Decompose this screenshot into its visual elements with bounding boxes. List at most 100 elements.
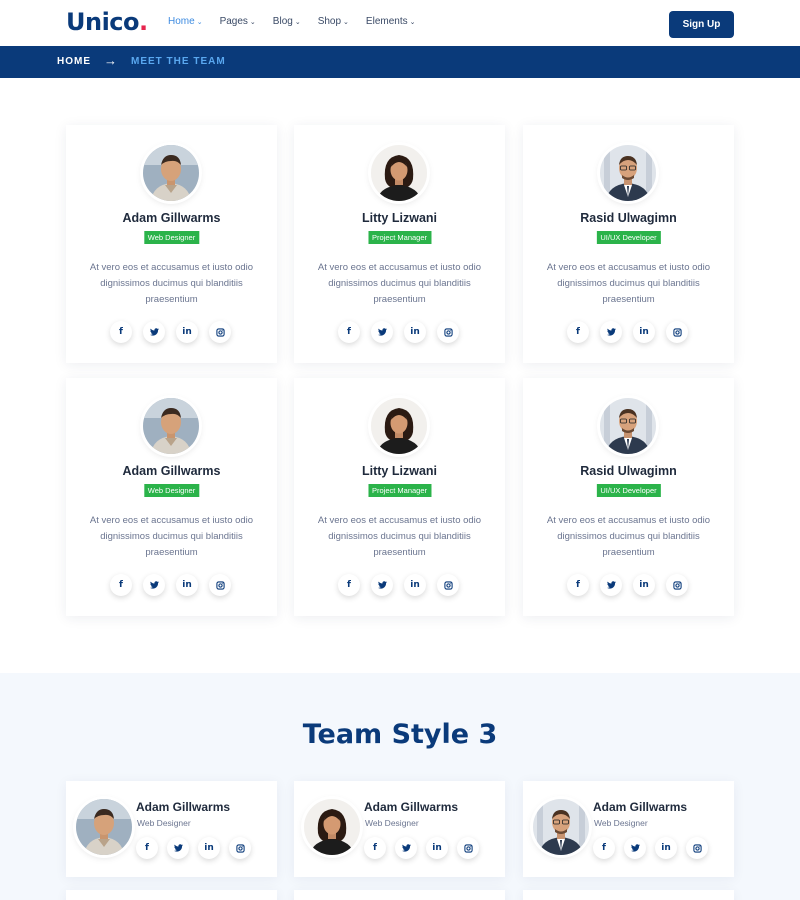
avatar <box>600 398 656 454</box>
instagram-icon[interactable]: ig <box>209 321 231 343</box>
social-links: fftininig <box>110 574 242 596</box>
arrow-right-icon: → <box>104 53 117 68</box>
twitter-icon[interactable]: t <box>600 574 622 596</box>
facebook-icon[interactable]: ff <box>338 321 360 343</box>
facebook-icon[interactable]: ff <box>338 574 360 596</box>
facebook-icon[interactable]: ff <box>567 574 589 596</box>
nav-elements[interactable]: Elements ⌄ <box>366 16 416 27</box>
nav-pages[interactable]: Pages ⌄ <box>220 16 256 27</box>
team-card-partial <box>294 890 505 900</box>
linkedin-icon[interactable]: inin <box>404 321 426 343</box>
section-title: Team Style 3 <box>302 719 498 750</box>
avatar <box>76 799 132 855</box>
member-role: Web Designer <box>594 818 648 828</box>
linkedin-icon[interactable]: inin <box>176 321 198 343</box>
social-links: fftininig <box>338 321 470 343</box>
role-badge: UI/UX Developer <box>596 484 661 497</box>
member-name: Adam Gillwarms <box>364 800 459 814</box>
member-bio: At vero eos et accusamus et iusto odio d… <box>546 262 711 305</box>
team-card-partial <box>66 890 277 900</box>
member-name: Rasid Ulwagimn <box>580 464 677 478</box>
twitter-icon[interactable]: t <box>167 837 189 859</box>
linkedin-icon[interactable]: inin <box>404 574 426 596</box>
instagram-icon[interactable]: ig <box>666 321 688 343</box>
instagram-icon[interactable]: ig <box>666 574 688 596</box>
member-name: Litty Lizwani <box>362 464 437 478</box>
twitter-icon[interactable]: t <box>371 321 393 343</box>
nav-blog[interactable]: Blog ⌄ <box>273 16 301 27</box>
instagram-icon[interactable]: ig <box>209 574 231 596</box>
social-links: fftininig <box>567 321 699 343</box>
facebook-icon[interactable]: ff <box>593 837 615 859</box>
twitter-icon[interactable]: t <box>371 574 393 596</box>
chevron-down-icon: ⌄ <box>249 18 256 26</box>
facebook-icon[interactable]: ff <box>110 574 132 596</box>
avatar <box>600 145 656 201</box>
avatar <box>143 145 199 201</box>
team-card-compact: Adam Gillwarms Web Designer fftininig <box>523 781 734 877</box>
sign-up-button[interactable]: Sign Up <box>669 11 734 38</box>
linkedin-icon[interactable]: inin <box>176 574 198 596</box>
team-card: Litty Lizwani Project Manager At vero eos … <box>294 125 505 363</box>
twitter-icon[interactable]: t <box>143 321 165 343</box>
nav-shop[interactable]: Shop ⌄ <box>318 16 349 27</box>
linkedin-icon[interactable]: inin <box>633 574 655 596</box>
member-bio: At vero eos et accusamus et iusto odio d… <box>317 515 482 558</box>
member-bio: At vero eos et accusamus et iusto odio d… <box>317 262 482 305</box>
facebook-icon[interactable]: ff <box>110 321 132 343</box>
role-badge: Project Manager <box>367 231 432 244</box>
twitter-icon[interactable]: t <box>395 837 417 859</box>
member-bio: At vero eos et accusamus et iusto odio d… <box>89 262 254 305</box>
team-card: Rasid Ulwagimn UI/UX Developer At vero eos… <box>523 378 734 616</box>
chevron-down-icon: ⌄ <box>409 18 416 26</box>
role-badge: Project Manager <box>367 484 432 497</box>
linkedin-icon[interactable]: inin <box>198 837 220 859</box>
member-role: Web Designer <box>365 818 419 828</box>
team-card-compact: Adam Gillwarms Web Designer fftininig <box>294 781 505 877</box>
member-bio: At vero eos et accusamus et iusto odio d… <box>89 515 254 558</box>
role-badge: UI/UX Developer <box>596 231 661 244</box>
linkedin-icon[interactable]: inin <box>426 837 448 859</box>
instagram-icon[interactable]: ig <box>437 321 459 343</box>
member-bio: At vero eos et accusamus et iusto odio d… <box>546 515 711 558</box>
logo[interactable]: Unico. <box>66 8 148 36</box>
facebook-icon[interactable]: ff <box>136 837 158 859</box>
twitter-icon[interactable]: t <box>600 321 622 343</box>
team-card: Adam Gillwarms Web Designer At vero eos et… <box>66 125 277 363</box>
member-name: Rasid Ulwagimn <box>580 211 677 225</box>
role-badge: Web Designer <box>143 484 200 497</box>
team-card: Rasid Ulwagimn UI/UX Developer At vero eos… <box>523 125 734 363</box>
social-links: fftininig <box>593 837 717 859</box>
avatar <box>304 799 360 855</box>
facebook-icon[interactable]: ff <box>567 321 589 343</box>
social-links: fftininig <box>364 837 488 859</box>
linkedin-icon[interactable]: inin <box>633 321 655 343</box>
role-badge: Web Designer <box>143 231 200 244</box>
facebook-icon[interactable]: ff <box>364 837 386 859</box>
chevron-down-icon: ⌄ <box>196 18 203 26</box>
instagram-icon[interactable]: ig <box>457 837 479 859</box>
top-navbar: Unico. Home ⌄ Pages ⌄ Blog ⌄ Shop ⌄ Elements… <box>0 0 800 46</box>
avatar <box>371 398 427 454</box>
nav-home[interactable]: Home ⌄ <box>168 16 203 27</box>
breadcrumb-current: MEET THE TEAM <box>131 56 226 67</box>
member-name: Adam Gillwarms <box>122 464 221 478</box>
breadcrumb-home[interactable]: HOME <box>57 56 91 67</box>
team-card: Litty Lizwani Project Manager At vero eos … <box>294 378 505 616</box>
instagram-icon[interactable]: ig <box>686 837 708 859</box>
social-links: fftininig <box>136 837 260 859</box>
logo-dot: . <box>139 8 148 36</box>
member-name: Litty Lizwani <box>362 211 437 225</box>
instagram-icon[interactable]: ig <box>437 574 459 596</box>
member-name: Adam Gillwarms <box>122 211 221 225</box>
linkedin-icon[interactable]: inin <box>655 837 677 859</box>
social-links: fftininig <box>567 574 699 596</box>
instagram-icon[interactable]: ig <box>229 837 251 859</box>
avatar <box>143 398 199 454</box>
member-name: Adam Gillwarms <box>136 800 231 814</box>
twitter-icon[interactable]: t <box>624 837 646 859</box>
social-links: fftininig <box>110 321 242 343</box>
twitter-icon[interactable]: t <box>143 574 165 596</box>
main-nav: Home ⌄ Pages ⌄ Blog ⌄ Shop ⌄ Elements ⌄ <box>168 16 432 27</box>
member-name: Adam Gillwarms <box>593 800 688 814</box>
